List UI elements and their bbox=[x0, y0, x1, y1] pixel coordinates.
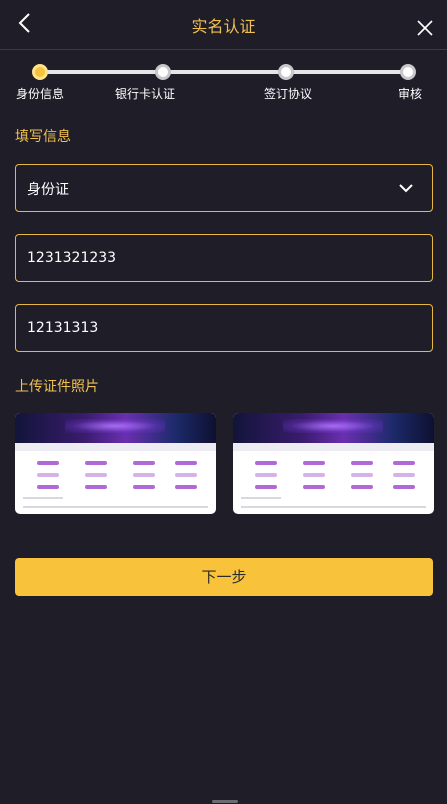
upload-photo-heading: 上传证件照片 bbox=[15, 379, 99, 395]
photo-pill bbox=[393, 485, 415, 489]
photo-pill bbox=[133, 485, 155, 489]
photo-nav-bar bbox=[15, 443, 216, 451]
photo-pill bbox=[303, 473, 325, 477]
id-photo-back[interactable] bbox=[233, 413, 434, 514]
photo-pill bbox=[303, 461, 325, 465]
photo-pill bbox=[255, 473, 277, 477]
home-indicator bbox=[212, 800, 238, 803]
photo-pill bbox=[351, 461, 373, 465]
chevron-down-icon bbox=[399, 184, 413, 193]
photo-pill bbox=[393, 461, 415, 465]
photo-nav-bar bbox=[233, 443, 434, 451]
fill-info-heading: 填写信息 bbox=[15, 129, 71, 145]
photo-pill bbox=[175, 473, 197, 477]
step-dot-review bbox=[400, 64, 416, 80]
photo-pill bbox=[85, 461, 107, 465]
next-step-button[interactable]: 下一步 bbox=[15, 558, 433, 596]
photo-pill bbox=[255, 461, 277, 465]
photo-pill bbox=[175, 485, 197, 489]
photo-pill bbox=[393, 473, 415, 477]
second-field[interactable] bbox=[15, 304, 433, 352]
id-type-select[interactable]: 身份证 bbox=[15, 164, 433, 212]
photo-pill bbox=[303, 485, 325, 489]
progress-track bbox=[40, 70, 408, 74]
progress-steps: 身份信息 银行卡认证 签订协议 审核 bbox=[0, 60, 447, 110]
step-dot-agreement bbox=[278, 64, 294, 80]
step-label-bank-card: 银行卡认证 bbox=[114, 87, 176, 101]
page-title: 实名认证 bbox=[191, 17, 256, 36]
second-field-input[interactable] bbox=[16, 305, 432, 351]
photo-banner-glow bbox=[283, 419, 383, 433]
photo-pill bbox=[37, 461, 59, 465]
photo-text-line bbox=[23, 497, 63, 499]
photo-pill bbox=[351, 473, 373, 477]
photo-banner-glow bbox=[65, 419, 165, 433]
photo-pill bbox=[85, 485, 107, 489]
photo-text-line bbox=[241, 506, 426, 508]
id-number-input[interactable] bbox=[16, 235, 432, 281]
photo-pill bbox=[133, 473, 155, 477]
step-label-identity: 身份信息 bbox=[15, 87, 65, 101]
photo-pill bbox=[37, 473, 59, 477]
photo-pill bbox=[175, 461, 197, 465]
photo-text-line bbox=[23, 506, 208, 508]
id-number-field[interactable] bbox=[15, 234, 433, 282]
photo-pill bbox=[351, 485, 373, 489]
header-bar: 实名认证 bbox=[0, 0, 447, 50]
step-dot-bank-card bbox=[155, 64, 171, 80]
id-photo-front[interactable] bbox=[15, 413, 216, 514]
photo-pill bbox=[255, 485, 277, 489]
photo-pill bbox=[85, 473, 107, 477]
step-label-review: 审核 bbox=[397, 87, 423, 101]
photo-pill bbox=[37, 485, 59, 489]
photo-text-line bbox=[241, 497, 281, 499]
step-dot-identity bbox=[32, 64, 48, 80]
photo-pill bbox=[133, 461, 155, 465]
id-type-value: 身份证 bbox=[27, 182, 69, 198]
step-label-agreement: 签订协议 bbox=[263, 87, 313, 101]
close-icon[interactable] bbox=[415, 18, 435, 38]
